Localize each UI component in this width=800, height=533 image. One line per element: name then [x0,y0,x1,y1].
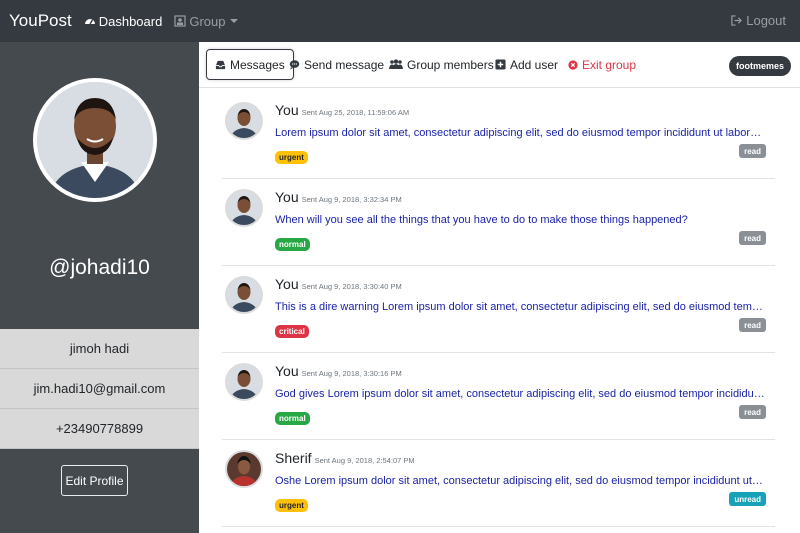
read-status-badge: read [739,405,766,419]
unread-status-badge: unread [729,492,766,506]
dashboard-icon [84,15,96,27]
message-item[interactable]: Sherif Sent Aug 9, 2018, 2:54:07 PM Oshe … [222,440,775,527]
message-text[interactable]: God gives Lorem ipsum dolor sit amet, co… [275,388,765,400]
message-timestamp: Sent Aug 9, 2018, 3:30:16 PM [301,369,402,378]
top-navbar: YouPost Dashboard Group Logout [0,0,800,42]
message-timestamp: Sent Aug 9, 2018, 3:32:34 PM [301,195,402,204]
times-circle-icon [568,59,578,70]
tab-exit-group[interactable]: Exit group [568,49,636,80]
priority-badge: critical [275,325,309,338]
message-timestamp: Sent Aug 9, 2018, 3:30:40 PM [301,282,402,291]
sender-avatar [225,450,263,488]
chevron-down-icon [230,19,239,23]
priority-badge: normal [275,412,310,425]
message-item[interactable]: You Sent Aug 9, 2018, 3:32:34 PM When wil… [222,179,775,266]
profile-sidebar: @johadi10 jimoh hadi jim.hadi10@gmail.co… [0,42,199,533]
message-timestamp: Sent Aug 9, 2018, 2:54:07 PM [314,456,415,465]
sender-avatar [225,363,263,401]
priority-badge: normal [275,238,310,251]
read-status-badge: read [739,144,766,158]
profile-email: jim.hadi10@gmail.com [0,369,199,409]
sender-name: You [275,189,299,205]
nav-dashboard-link[interactable]: Dashboard [84,13,163,29]
nav-group-label: Group [189,13,226,29]
tab-messages-label: Messages [230,57,285,72]
read-status-badge: read [739,231,766,245]
message-text[interactable]: Lorem ipsum dolor sit amet, consectetur … [275,127,765,139]
tab-group-members[interactable]: Group members [389,49,494,80]
profile-avatar [33,78,157,202]
priority-badge: urgent [275,151,308,164]
tab-messages[interactable]: Messages [206,49,294,80]
nav-dashboard-label: Dashboard [98,13,163,29]
logout-label: Logout [746,13,786,28]
group-icon [174,15,186,27]
group-name-badge: footmemes [728,56,791,76]
message-timestamp: Sent Aug 25, 2018, 11:59:06 AM [301,108,410,117]
sender-avatar [225,189,263,227]
logout-icon [731,15,743,26]
sender-name: You [275,276,299,292]
message-text[interactable]: When will you see all the things that yo… [275,214,765,226]
group-tabs: Messages Send message Group members Add … [199,42,800,88]
tab-add-user-label: Add user [510,57,559,72]
logout-link[interactable]: Logout [731,13,786,28]
profile-phone: +23490778899 [0,409,199,449]
message-item[interactable]: You Sent Aug 25, 2018, 11:59:06 AM Lorem … [222,92,775,179]
message-item[interactable]: You Sent Aug 9, 2018, 3:30:40 PM This is … [222,266,775,353]
brand-logo[interactable]: YouPost [9,11,72,31]
nav-group-dropdown[interactable]: Group [174,13,239,29]
message-sender: You Sent Aug 9, 2018, 3:30:16 PM [275,363,402,379]
message-item[interactable]: You Sent Aug 9, 2018, 3:30:16 PM God give… [222,353,775,440]
profile-fullname: jimoh hadi [0,329,199,369]
message-sender: You Sent Aug 9, 2018, 3:32:34 PM [275,189,402,205]
tab-exit-group-label: Exit group [582,57,637,72]
message-text[interactable]: Oshe Lorem ipsum dolor sit amet, consect… [275,475,765,487]
sender-avatar [225,276,263,314]
inbox-icon [215,59,226,70]
read-status-badge: read [739,318,766,332]
edit-profile-button[interactable]: Edit Profile [61,465,128,496]
tab-send-message[interactable]: Send message [289,49,384,80]
sender-name: Sherif [275,450,312,466]
sender-name: You [275,102,299,118]
sender-name: You [275,363,299,379]
message-text[interactable]: This is a dire warning Lorem ipsum dolor… [275,301,765,313]
profile-username: @johadi10 [49,256,150,279]
tab-send-message-label: Send message [304,57,385,72]
users-icon [389,59,403,70]
sender-avatar [225,102,263,140]
tab-add-user[interactable]: Add user [495,49,558,80]
plus-square-icon [495,59,506,70]
priority-badge: urgent [275,499,308,512]
message-sender: You Sent Aug 9, 2018, 3:30:40 PM [275,276,402,292]
message-sender: You Sent Aug 25, 2018, 11:59:06 AM [275,102,409,118]
tab-group-members-label: Group members [407,57,494,72]
chat-bubble-icon [289,59,300,70]
message-sender: Sherif Sent Aug 9, 2018, 2:54:07 PM [275,450,415,466]
